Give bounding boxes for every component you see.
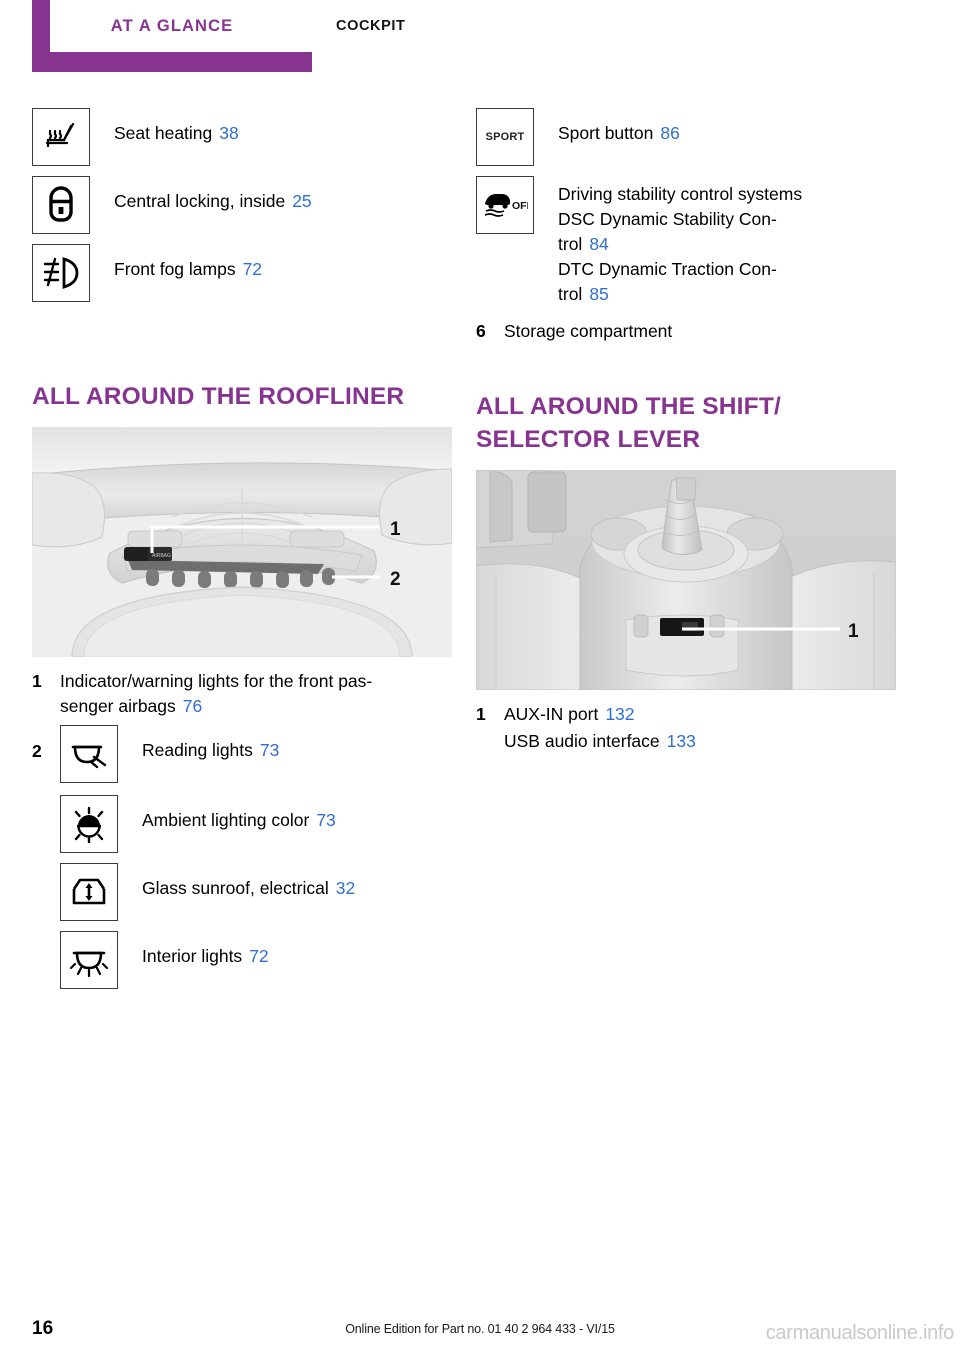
dsc-line-dtc-1: DTC Dynamic Traction Con- [558,259,777,279]
list-item: Glass sunroof, electrical 32 [60,863,452,921]
list-item-text: AUX-IN port 132 [504,702,896,727]
page-reference: 132 [605,704,635,724]
list-item: Seat heating 38 [32,108,452,166]
list-item-text: Seat heating 38 [114,108,239,146]
list-item-marker: 1 [476,704,486,724]
page-reference: 73 [316,810,336,830]
roofliner-illustration: AIRBAG 1 2 [32,427,452,657]
sport-button-icon: SPORT [476,108,534,166]
page-title-line1: ALL AROUND THE SHIFT/ [476,393,781,420]
list-item-label: Glass sunroof, electrical [142,878,329,898]
ambient-lighting-icon [60,795,118,853]
roofliner-callout-list: 1 Indicator/warning lights for the front… [32,669,452,989]
dsc-title: Driving stability control systems [558,184,803,204]
list-item-label: Interior lights [142,946,243,966]
dsc-line-dtc: DTC Dynamic Traction Con- trol 85 [558,257,802,307]
figure-callout-2: 2 [390,569,401,590]
roofliner-extra-items: Ambient lighting color 73 Glass sunroof, … [60,795,452,989]
front-fog-lamp-icon [32,244,90,302]
list-item-text: Reading lights 73 [142,725,279,763]
dsc-line-dsc-2: trol [558,234,583,254]
dsc-off-icon: OFF [476,176,534,234]
list-item-text: Front fog lamps 72 [114,244,262,282]
list-item-text: Driving stability control systems DSC Dy… [558,176,802,307]
list-item-text: Indicator/warning lights for the front p… [60,669,452,719]
page-reference: 133 [666,731,696,751]
list-item: Interior lights 72 [60,931,452,989]
right-column: SPORT Sport button 86 OFF Driving stabili… [476,108,896,756]
page-reference: 38 [219,123,239,143]
footer-watermark: carmanualsonline.info [765,1322,955,1344]
header-tab-label: AT A GLANCE [110,17,234,35]
list-item-text: Sport button 86 [558,108,680,146]
list-item-label-line2: senger airbags [60,696,176,716]
seat-heating-icon [32,108,90,166]
dsc-line-dsc: DSC Dynamic Stability Con- trol 84 [558,207,802,257]
list-item-label: Ambient lighting color [142,810,310,830]
list-item-text: Interior lights 72 [142,931,269,969]
dsc-line-dtc-2: trol [558,284,583,304]
page-reference: 84 [589,234,609,254]
list-item-label: Central locking, inside [114,191,286,211]
list-item-label-line1: Indicator/warning lights for the front p… [60,671,373,691]
svg-text:OFF: OFF [512,200,528,212]
list-item: 1 AUX-IN port 132 [476,702,896,727]
figure-callout-1: 1 [848,621,859,642]
header-section-label: COCKPIT [336,18,406,34]
shift-callout-list: 1 AUX-IN port 132 USB audio interface 133 [476,702,896,754]
list-item-label: AUX-IN port [504,704,599,724]
list-item: Central locking, inside 25 [32,176,452,234]
left-column: Seat heating 38 Central locking, inside 25 [32,108,452,999]
page-title-roofliner: ALL AROUND THE ROOFLINER [32,383,405,410]
page-reference: 76 [182,696,203,716]
list-item: OFF Driving stability control systems DS… [476,176,896,307]
svg-text:AIRBAG: AIRBAG [152,553,171,559]
glass-sunroof-icon [60,863,118,921]
list-item-label: Seat heating [114,123,213,143]
page-title-shift-selector: ALL AROUND THE SHIFT/ SELECTOR LEVER [476,390,896,456]
list-item-icon-row: Reading lights 73 [60,725,452,783]
page-reference: 25 [292,191,312,211]
list-item: 1 Indicator/warning lights for the front… [32,669,452,719]
interior-lights-icon [60,931,118,989]
dsc-line-dsc-1: DSC Dynamic Stability Con- [558,209,777,229]
list-item-marker: 2 [32,741,42,761]
list-item-label: Storage compartment [504,321,673,341]
page-reference: 86 [660,123,680,143]
list-item-label: USB audio interface [504,731,660,751]
figure-callout-1: 1 [390,519,401,540]
list-item-marker: 1 [32,671,42,691]
reading-lights-icon [60,725,118,783]
page-title-line2: SELECTOR LEVER [476,426,701,453]
list-item-storage-compartment: 6 Storage compartment [476,319,896,344]
list-item: 2 Reading lights 73 [32,725,452,793]
page-reference: 72 [242,259,263,279]
list-item-marker: 6 [476,321,486,341]
page-reference: 85 [589,284,609,304]
list-item-text: Ambient lighting color 73 [142,795,336,833]
central-locking-icon [32,176,90,234]
list-item: SPORT Sport button 86 [476,108,896,166]
sport-button-icon-label: SPORT [485,131,525,143]
list-item-text: Glass sunroof, electrical 32 [142,863,355,901]
list-item-text: Central locking, inside 25 [114,176,312,214]
page-reference: 32 [335,878,356,898]
list-item: Ambient lighting color 73 [60,795,452,853]
shift-selector-lever-illustration: 1 [476,470,896,690]
list-item-label: Sport button [558,123,654,143]
list-item: USB audio interface 133 [476,729,896,754]
page-reference: 73 [259,740,280,760]
list-item: Front fog lamps 72 [32,244,452,302]
list-item-label: Front fog lamps [114,259,236,279]
page-reference: 72 [249,946,269,966]
list-item-label: Reading lights [142,740,253,760]
list-item-text: USB audio interface 133 [504,729,896,754]
